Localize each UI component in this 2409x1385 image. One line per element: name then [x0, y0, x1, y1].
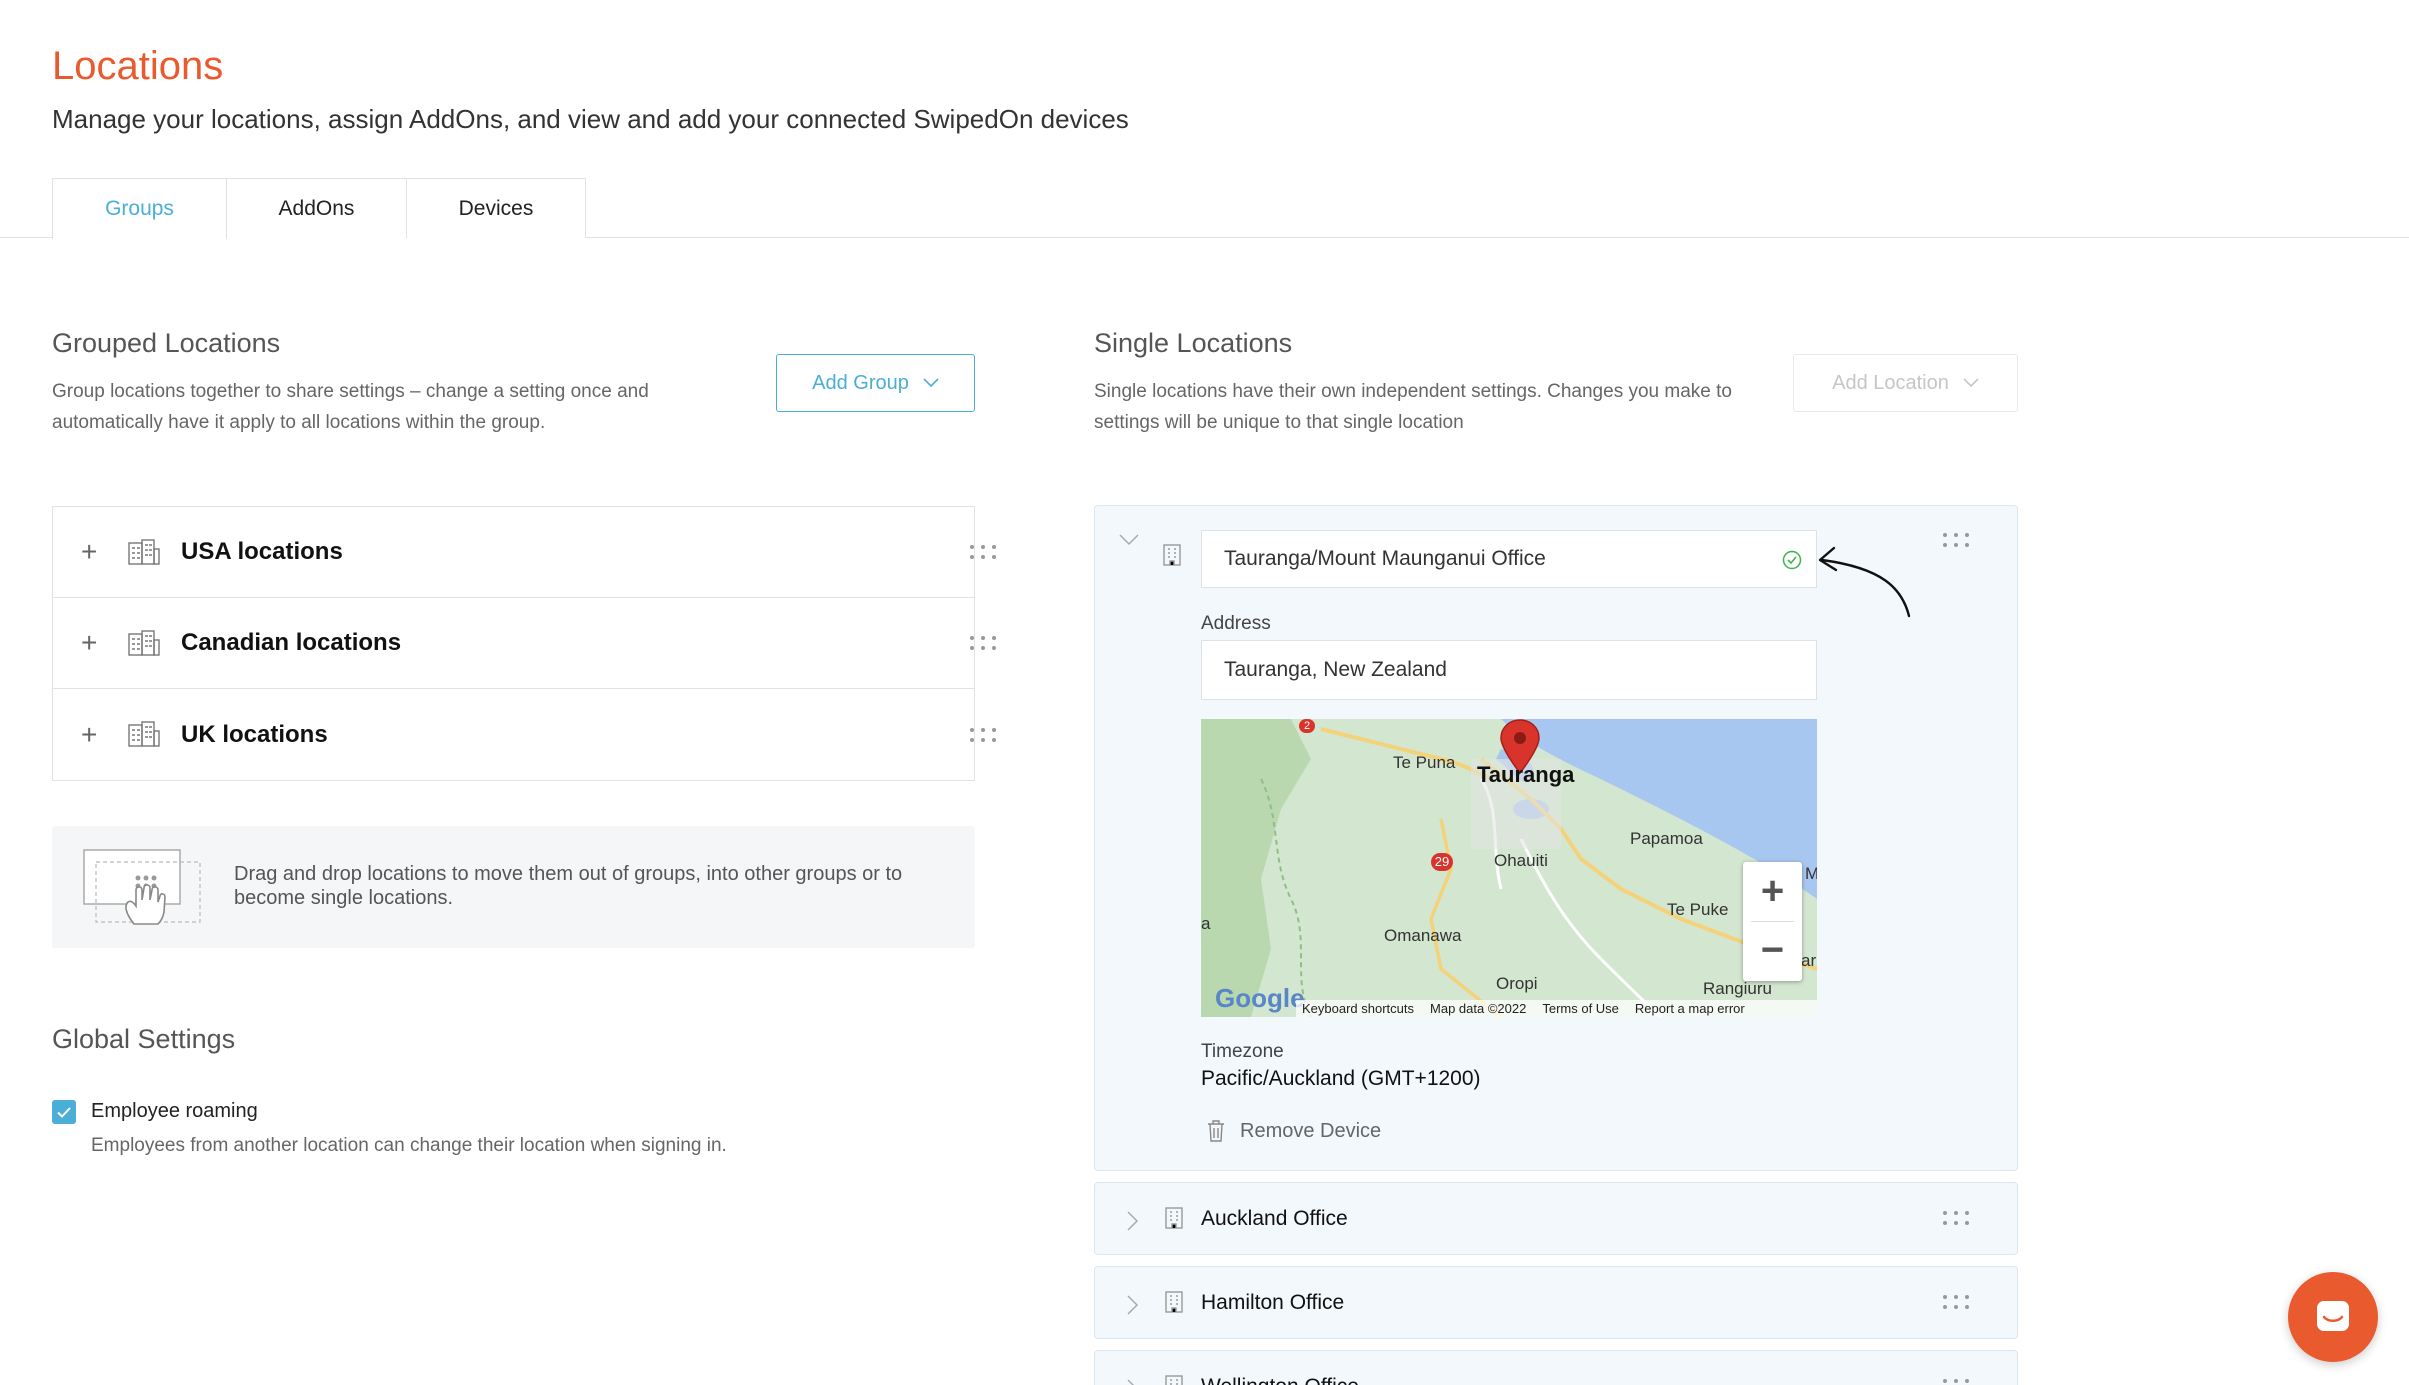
group-label: Canadian locations	[181, 629, 402, 656]
drag-handle-icon[interactable]	[1943, 1211, 1969, 1225]
employee-roaming-checkbox[interactable]	[52, 1100, 76, 1124]
zoom-in-button[interactable]: +	[1743, 862, 1802, 921]
expand-plus-icon[interactable]: +	[81, 719, 97, 751]
chevron-right-icon[interactable]	[1127, 1379, 1139, 1385]
employee-roaming-description: Employees from another location can chan…	[91, 1135, 727, 1156]
chat-icon	[2317, 1301, 2349, 1331]
route-2-badge: 2	[1299, 719, 1315, 733]
chevron-down-icon[interactable]	[1119, 534, 1139, 546]
single-locations-title: Single Locations	[1094, 328, 1293, 358]
zoom-separator	[1751, 921, 1794, 922]
grouped-locations-description: Group locations together to share settin…	[52, 381, 649, 433]
group-label: USA locations	[181, 538, 343, 565]
drag-drop-hint-text: Drag and drop locations to move them out…	[234, 863, 903, 909]
chevron-down-icon	[1963, 378, 1979, 388]
expand-plus-icon[interactable]: +	[81, 627, 97, 659]
terms-of-use-link[interactable]: Terms of Use	[1542, 1001, 1619, 1016]
annotation-arrow-icon	[1818, 546, 1911, 618]
building-icon	[1165, 1207, 1183, 1229]
location-label: Hamilton Office	[1201, 1291, 1345, 1314]
map-label-edge-ar: ar	[1801, 951, 1817, 970]
google-logo: Google	[1215, 983, 1305, 1013]
map-label-ohauiti: Ohauiti	[1494, 851, 1548, 870]
group-list: + USA locations + Canadian locations + U…	[52, 506, 996, 781]
zoom-out-button[interactable]: −	[1743, 921, 1802, 980]
address-value: Tauranga, New Zealand	[1224, 658, 1447, 681]
trash-icon	[1208, 1120, 1224, 1142]
location-name-value: Tauranga/Mount Maunganui Office	[1224, 547, 1546, 570]
drag-handle-icon[interactable]	[1943, 533, 1969, 547]
employee-roaming-label: Employee roaming	[91, 1100, 258, 1122]
check-icon	[57, 1106, 71, 1118]
building-icon	[1165, 1375, 1183, 1385]
expand-plus-icon[interactable]: +	[81, 536, 97, 568]
group-row-usa[interactable]: + USA locations	[53, 507, 996, 598]
map-label-omanawa: Omanawa	[1384, 926, 1462, 945]
add-location-button[interactable]: Add Location	[1793, 354, 2018, 412]
keyboard-shortcuts-link[interactable]: Keyboard shortcuts	[1302, 1001, 1414, 1016]
drag-handle-icon[interactable]	[970, 545, 996, 559]
building-icon	[1165, 1291, 1183, 1313]
map-label-oropi: Oropi	[1496, 974, 1538, 993]
timezone-value: Pacific/Auckland (GMT+1200)	[1201, 1067, 1481, 1090]
tab-devices[interactable]: Devices	[406, 178, 586, 238]
timezone-label: Timezone	[1201, 1041, 1284, 1062]
group-row-canadian[interactable]: + Canadian locations	[53, 598, 996, 689]
report-map-error-link[interactable]: Report a map error	[1635, 1001, 1745, 1016]
location-row-auckland[interactable]: Auckland Office	[1094, 1182, 2018, 1255]
map-label-te-puke: Te Puke	[1667, 900, 1729, 919]
buildings-icon	[128, 721, 160, 747]
drag-drop-hint: Drag and drop locations to move them out…	[52, 826, 975, 948]
location-name-input[interactable]: Tauranga/Mount Maunganui Office	[1201, 530, 1817, 588]
drag-handle-icon[interactable]	[1943, 1295, 1969, 1309]
add-group-button[interactable]: Add Group	[776, 354, 975, 412]
grouped-locations-title: Grouped Locations	[52, 328, 281, 358]
map-label-tauranga: Tauranga	[1477, 762, 1575, 787]
group-row-uk[interactable]: + UK locations	[53, 689, 996, 780]
buildings-icon	[128, 630, 160, 656]
address-input[interactable]: Tauranga, New Zealand	[1201, 640, 1817, 700]
single-locations-description: Single locations have their own independ…	[1094, 381, 1732, 433]
map-footer: Keyboard shortcuts Map data ©2022 Terms …	[1296, 1000, 1817, 1017]
location-map[interactable]: Tauranga Te Puna Papamoa Ohauiti Te Puke…	[1201, 719, 1817, 1017]
map-data-text: Map data ©2022	[1430, 1001, 1527, 1016]
chevron-down-icon	[923, 378, 939, 388]
location-label: Wellington Office	[1201, 1375, 1359, 1385]
group-label: UK locations	[181, 720, 328, 748]
chevron-right-icon[interactable]	[1127, 1211, 1139, 1231]
page-subtitle: Manage your locations, assign AddOns, an…	[52, 104, 1129, 134]
building-icon	[1163, 544, 1181, 566]
drag-handle-icon[interactable]	[970, 727, 996, 742]
map-zoom-control: + −	[1743, 862, 1802, 981]
map-label-papamoa: Papamoa	[1630, 829, 1703, 848]
chevron-right-icon[interactable]	[1127, 1295, 1139, 1315]
location-row-wellington[interactable]: Wellington Office	[1094, 1350, 2018, 1385]
chat-launcher-button[interactable]	[2288, 1272, 2378, 1362]
drag-hand-icon	[83, 849, 201, 925]
check-circle-icon	[1782, 550, 1802, 570]
page-title: Locations	[52, 44, 224, 88]
route-29-badge: 29	[1431, 853, 1453, 871]
location-label: Auckland Office	[1201, 1207, 1348, 1230]
map-label-edge-a: a	[1201, 914, 1211, 933]
tab-bar: Groups AddOns Devices	[52, 178, 586, 239]
map-label-rangiuru: Rangiuru	[1703, 979, 1772, 998]
tab-groups[interactable]: Groups	[52, 178, 227, 239]
drag-handle-icon[interactable]	[1943, 1379, 1969, 1385]
drag-handle-icon[interactable]	[970, 636, 996, 650]
remove-device-label: Remove Device	[1240, 1120, 1382, 1142]
add-location-label: Add Location	[1832, 371, 1949, 394]
tab-addons[interactable]: AddOns	[226, 178, 407, 238]
remove-device-button[interactable]: Remove Device	[1208, 1120, 1382, 1143]
map-label-edge-m: M	[1805, 864, 1817, 883]
address-label: Address	[1201, 613, 1271, 634]
global-settings-title: Global Settings	[52, 1024, 236, 1054]
add-group-label: Add Group	[812, 371, 909, 394]
map-label-te-puna: Te Puna	[1393, 753, 1456, 772]
location-row-hamilton[interactable]: Hamilton Office	[1094, 1266, 2018, 1339]
buildings-icon	[128, 539, 160, 565]
